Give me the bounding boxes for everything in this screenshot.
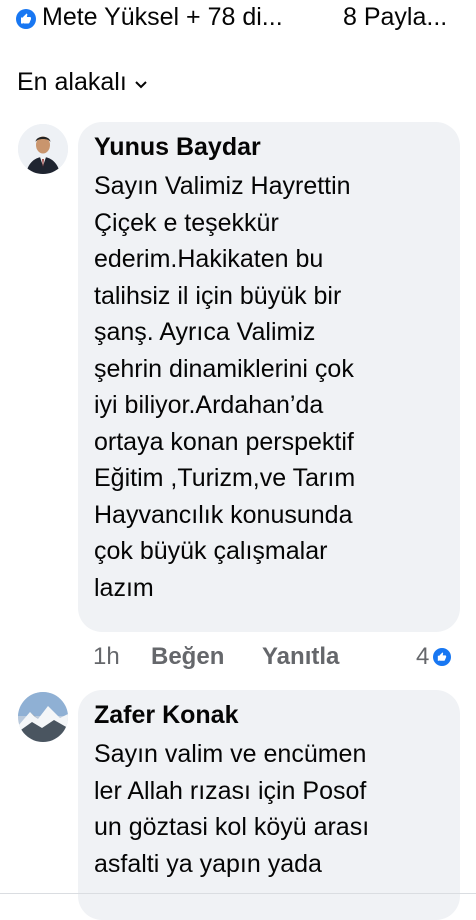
like-button[interactable]: Beğen	[151, 643, 262, 671]
comment-reaction-count[interactable]: 4	[416, 643, 454, 671]
avatar[interactable]	[18, 124, 68, 174]
like-reaction-icon	[16, 9, 36, 29]
reactors-link[interactable]: Mete Yüksel + 78 di...	[42, 3, 283, 32]
comment-bubble: Yunus Baydar Sayın Valimiz Hayrettin Çiç…	[78, 122, 460, 632]
like-reaction-icon	[431, 646, 454, 668]
comment-author[interactable]: Yunus Baydar	[94, 132, 444, 162]
comment-text: Sayın Valimiz Hayrettin Çiçek e teşekkür…	[94, 172, 356, 602]
comment-timestamp[interactable]: 1h	[93, 643, 151, 671]
sort-label: En alakalı	[17, 68, 127, 96]
reaction-count-value: 4	[416, 643, 430, 670]
comment-bubble: Zafer Konak Sayın valim ve encümen ler A…	[78, 690, 460, 920]
reply-button[interactable]: Yanıtla	[262, 643, 339, 671]
comment-text: Sayın valim ve encümen ler Allah rızası …	[94, 740, 370, 878]
comment-actions: 1h Beğen Yanıtla	[93, 643, 339, 671]
comment-author[interactable]: Zafer Konak	[94, 700, 444, 730]
post-summary-bar: Mete Yüksel + 78 di... 8 Payla...	[0, 0, 476, 40]
bottom-divider	[0, 893, 476, 894]
chevron-down-icon	[135, 76, 147, 94]
comment-sort-dropdown[interactable]: En alakalı	[17, 68, 147, 97]
shares-link[interactable]: 8 Payla...	[343, 3, 447, 32]
avatar[interactable]	[18, 692, 68, 742]
